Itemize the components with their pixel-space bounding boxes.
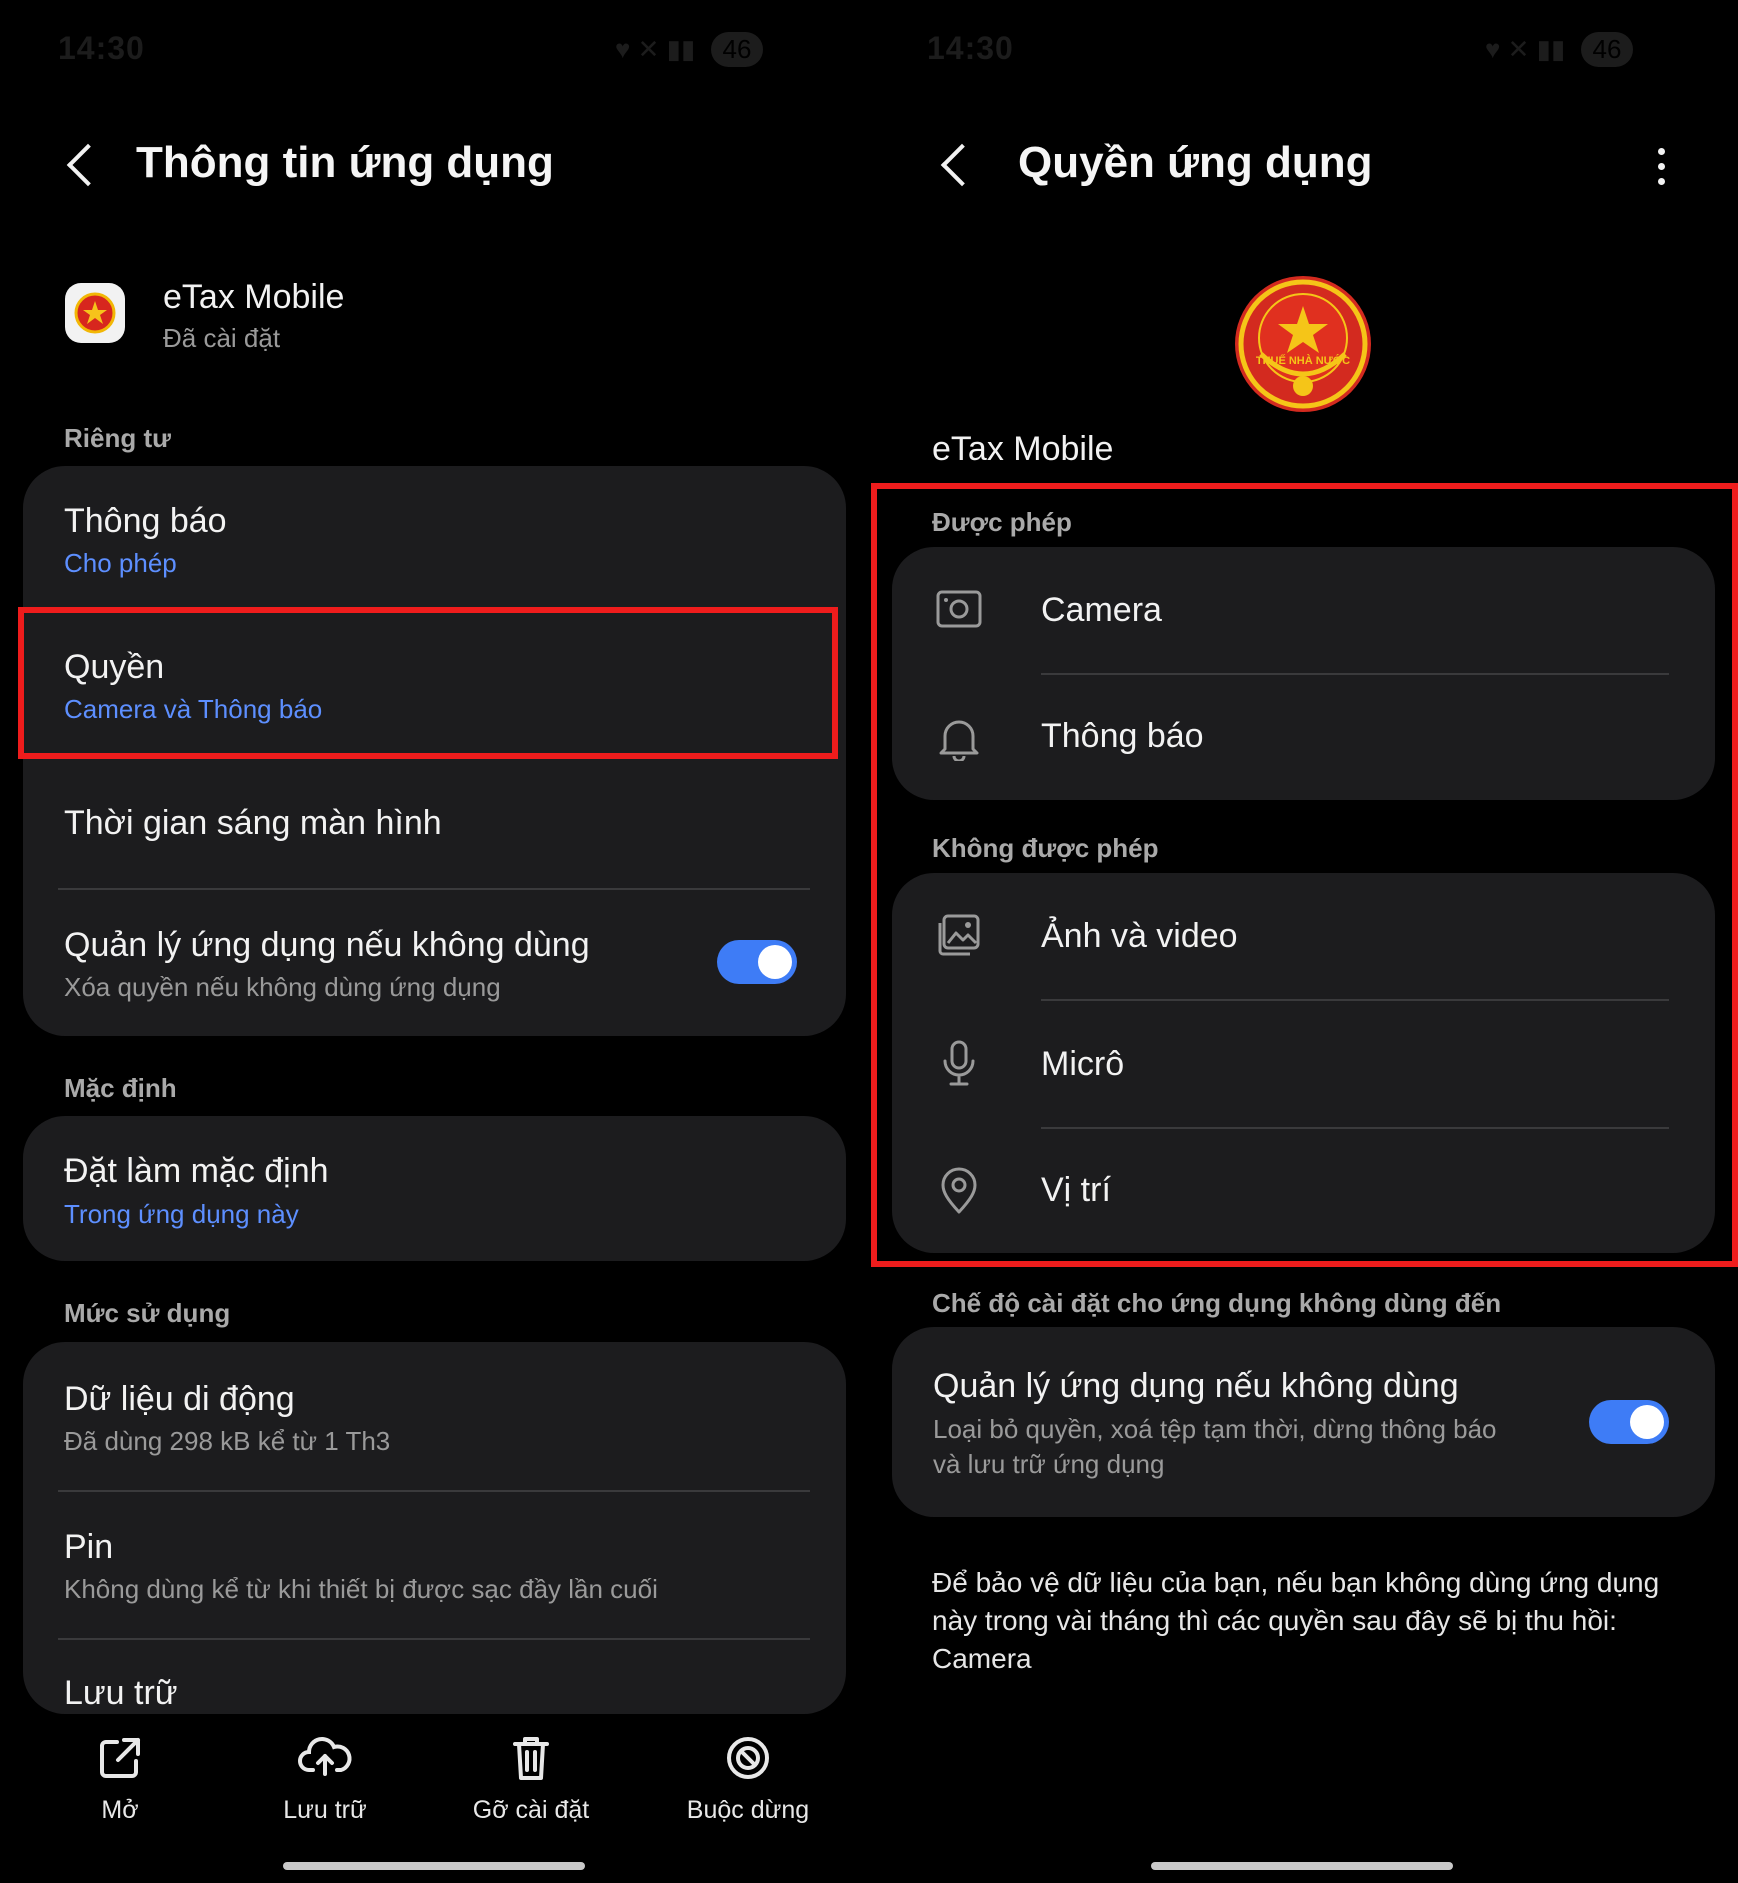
open-label: Mở bbox=[101, 1796, 139, 1824]
page-title: Thông tin ứng dụng bbox=[136, 138, 554, 187]
manage-unused-title: Quản lý ứng dụng nếu không dùng bbox=[64, 926, 590, 964]
status-time: 14:30 bbox=[927, 30, 1014, 66]
manage-unused-sub-line2: và lưu trữ ứng dụng bbox=[933, 1449, 1165, 1479]
more-options-icon[interactable] bbox=[1655, 146, 1667, 190]
screen-time-title: Thời gian sáng màn hình bbox=[64, 804, 442, 842]
section-defaults: Mặc định bbox=[64, 1073, 177, 1103]
battery-badge: 46 bbox=[1580, 32, 1634, 67]
back-icon[interactable] bbox=[66, 143, 110, 187]
manage-unused-toggle[interactable] bbox=[717, 940, 797, 984]
stop-icon bbox=[727, 1737, 769, 1779]
battery-item[interactable]: Pin Không dùng kể từ khi thiết bị được s… bbox=[23, 1492, 846, 1638]
uninstall-label: Gỡ cài đặt bbox=[472, 1796, 590, 1824]
trash-icon bbox=[513, 1737, 549, 1780]
set-default-title: Đặt làm mặc định bbox=[64, 1152, 329, 1190]
force-stop-label: Buộc dừng bbox=[686, 1796, 810, 1824]
toggle-knob bbox=[1630, 1405, 1664, 1439]
home-indicator[interactable] bbox=[283, 1862, 585, 1870]
open-button[interactable]: Mở bbox=[20, 1728, 220, 1838]
app-icon bbox=[65, 283, 125, 343]
mobile-data-title: Dữ liệu di động bbox=[64, 1380, 295, 1418]
emblem-text: THUẾ NHÀ NƯỚC bbox=[1256, 354, 1350, 367]
manage-unused-sub: Xóa quyền nếu không dùng ứng dụng bbox=[64, 972, 501, 1002]
archive-label: Lưu trữ bbox=[283, 1796, 367, 1824]
status-time: 14:30 bbox=[58, 30, 145, 66]
page-title: Quyền ứng dụng bbox=[1018, 138, 1373, 187]
manage-unused-toggle[interactable] bbox=[1589, 1400, 1669, 1444]
storage-item[interactable]: Lưu trữ bbox=[23, 1640, 846, 1714]
back-icon[interactable] bbox=[940, 143, 984, 187]
manage-unused-title: Quản lý ứng dụng nếu không dùng bbox=[933, 1367, 1459, 1405]
app-name: eTax Mobile bbox=[932, 430, 1114, 468]
set-default-sub: Trong ứng dụng này bbox=[64, 1199, 299, 1229]
uninstall-button[interactable]: Gỡ cài đặt bbox=[431, 1728, 631, 1838]
battery-badge: 46 bbox=[710, 32, 764, 67]
highlight-box-permissions bbox=[18, 607, 838, 759]
battery-sub: Không dùng kể từ khi thiết bị được sạc đ… bbox=[64, 1574, 658, 1604]
notifications-sub: Cho phép bbox=[64, 548, 177, 578]
notifications-title: Thông báo bbox=[64, 502, 227, 540]
storage-title: Lưu trữ bbox=[64, 1674, 178, 1712]
manage-unused-sub-line1: Loại bỏ quyền, xoá tệp tạm thời, dừng th… bbox=[933, 1414, 1497, 1444]
privacy-note-line2: này trong vài tháng thì các quyền sau đâ… bbox=[932, 1605, 1617, 1636]
status-icons: ♥ ✕ ▮▮ 46 bbox=[615, 32, 764, 67]
home-indicator[interactable] bbox=[1151, 1862, 1453, 1870]
section-privacy: Riêng tư bbox=[64, 423, 171, 453]
mobile-data-item[interactable]: Dữ liệu di động Đã dùng 298 kB kể từ 1 T… bbox=[23, 1342, 846, 1490]
privacy-note-line3: Camera bbox=[932, 1643, 1032, 1674]
set-default-item[interactable]: Đặt làm mặc định Trong ứng dụng này bbox=[23, 1116, 846, 1261]
screen-time-item[interactable]: Thời gian sáng màn hình bbox=[23, 760, 846, 888]
battery-title: Pin bbox=[64, 1528, 114, 1566]
privacy-note: Để bảo vệ dữ liệu của bạn, nếu bạn không… bbox=[932, 1564, 1692, 1678]
privacy-note-line1: Để bảo vệ dữ liệu của bạn, nếu bạn không… bbox=[932, 1567, 1660, 1598]
mobile-data-sub: Đã dùng 298 kB kể từ 1 Th3 bbox=[64, 1426, 391, 1456]
cloud-upload-icon bbox=[298, 1737, 352, 1776]
force-stop-button[interactable]: Buộc dừng bbox=[648, 1728, 848, 1838]
app-status: Đã cài đặt bbox=[163, 323, 281, 353]
manage-unused-item[interactable]: Quản lý ứng dụng nếu không dùng Loại bỏ … bbox=[892, 1327, 1715, 1517]
manage-unused-item[interactable]: Quản lý ứng dụng nếu không dùng Xóa quyề… bbox=[23, 890, 846, 1030]
status-icons: ♥ ✕ ▮▮ 46 bbox=[1485, 32, 1634, 67]
highlight-box-permissions-list bbox=[871, 483, 1738, 1267]
open-external-icon bbox=[100, 1738, 140, 1778]
section-usage: Mức sử dụng bbox=[64, 1298, 231, 1328]
archive-button[interactable]: Lưu trữ bbox=[225, 1728, 425, 1838]
app-logo-emblem: THUẾ NHÀ NƯỚC bbox=[1235, 276, 1371, 412]
section-unused-apps: Chế độ cài đặt cho ứng dụng không dùng đ… bbox=[932, 1288, 1502, 1318]
app-name: eTax Mobile bbox=[163, 278, 345, 316]
toggle-knob bbox=[758, 945, 792, 979]
notifications-item[interactable]: Thông báo Cho phép bbox=[23, 466, 846, 606]
